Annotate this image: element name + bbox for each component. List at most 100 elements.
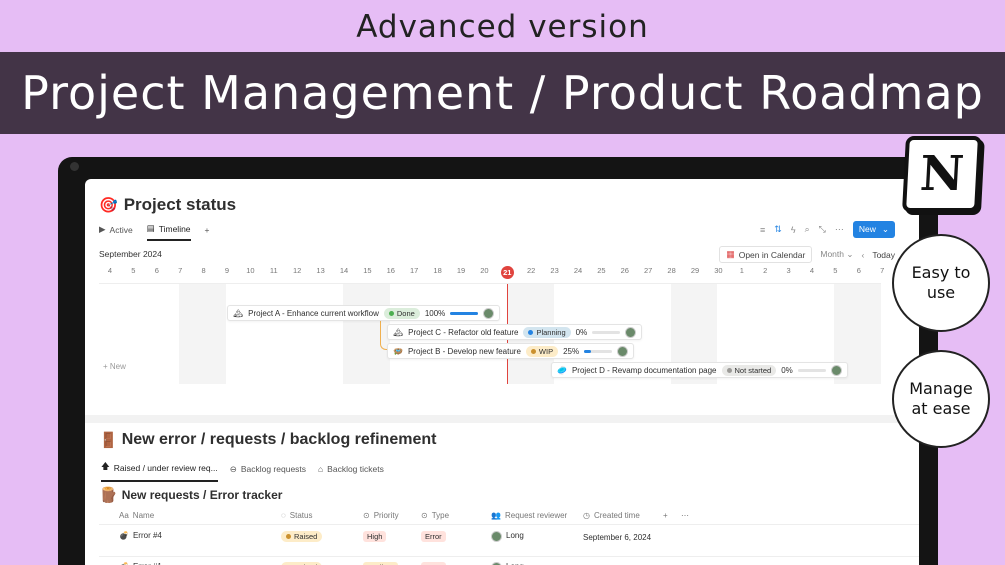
day-label: 12 bbox=[293, 266, 302, 275]
more-icon[interactable]: ⋯ bbox=[835, 224, 844, 235]
day-label: 17 bbox=[410, 266, 419, 275]
task-name: Project D - Revamp documentation page bbox=[571, 365, 717, 375]
day-label: 30 bbox=[714, 266, 723, 275]
day-label: 18 bbox=[433, 266, 442, 275]
headline: Advanced version bbox=[356, 9, 649, 45]
status-pill: Done bbox=[383, 307, 420, 319]
tab-raised[interactable]: 🡅 Raised / under review req... bbox=[101, 461, 218, 482]
col-label: Status bbox=[289, 511, 313, 520]
tab-active[interactable]: ▶ Active bbox=[99, 224, 133, 240]
month-label: September 2024 bbox=[99, 249, 162, 259]
table-row[interactable]: 💣 Error #4 Raised High Error Long September 6,… bbox=[99, 527, 919, 557]
day-header: 4 5 6 7 8 9 10 11 12 13 14 15 16 17 18 19 20 21 22 23 24 25 26… bbox=[99, 266, 919, 280]
table-row[interactable]: 💣Error #1RaisedMediumErrorLongSeptember … bbox=[99, 558, 919, 565]
toolbar: ≡ ⇅ ϟ ⌕ ⤡ ⋯ New ⌄ bbox=[760, 221, 895, 238]
add-column-button[interactable]: + bbox=[663, 511, 668, 520]
add-view-button[interactable]: + bbox=[205, 225, 210, 240]
day-label: 5 bbox=[833, 266, 838, 275]
row-type: Error bbox=[421, 531, 446, 542]
more-icon[interactable]: ⋯ bbox=[681, 511, 689, 520]
col-label: Name bbox=[132, 511, 155, 520]
timeline-task[interactable]: 🏔 Project A - Enhance current workflow Don… bbox=[227, 305, 501, 321]
col-priority[interactable]: ⊙ Priority bbox=[363, 511, 399, 520]
sort-icon[interactable]: ⇅ bbox=[774, 224, 782, 235]
backlog-tabs: 🡅 Raised / under review req... ⊖ Backlog r… bbox=[101, 461, 384, 482]
status-pill: WIP bbox=[525, 345, 559, 357]
tab-backlog-tickets[interactable]: ⌂ Backlog tickets bbox=[318, 464, 384, 479]
day-label: 21 bbox=[500, 266, 514, 279]
plus-icon: + bbox=[204, 224, 210, 235]
progress-label: 100% bbox=[424, 308, 446, 318]
day-label: 7 bbox=[880, 266, 885, 275]
day-label: 14 bbox=[339, 266, 349, 275]
progress-label: 0% bbox=[575, 327, 588, 337]
select-icon: ⊙ bbox=[363, 511, 370, 520]
search-icon[interactable]: ⌕ bbox=[805, 224, 810, 235]
col-status[interactable]: ◌ Status bbox=[281, 511, 312, 520]
filter-icon[interactable]: ≡ bbox=[760, 225, 765, 235]
row-name-text: Error #4 bbox=[132, 531, 162, 540]
task-name: Project C - Refactor old feature bbox=[408, 327, 519, 337]
day-label: 29 bbox=[690, 266, 700, 275]
table-header: Aa Name ◌ Status ⊙ Priority ⊙ Type 👥 Request … bbox=[99, 509, 919, 525]
calendar-icon: ▦ bbox=[726, 249, 735, 259]
banner-title: Project Management / Product Roadmap bbox=[0, 52, 1005, 134]
reviewer-name: Long bbox=[506, 531, 524, 540]
play-icon: ▶ bbox=[99, 224, 106, 234]
expand-icon[interactable]: ⤡ bbox=[819, 224, 826, 235]
automation-icon[interactable]: ϟ bbox=[791, 225, 796, 235]
day-label: 26 bbox=[620, 266, 629, 275]
status-label: Not started bbox=[734, 365, 772, 375]
day-label: 4 bbox=[107, 266, 113, 275]
open-in-calendar-button[interactable]: ▦ Open in Calendar bbox=[719, 246, 813, 263]
plus-icon: + bbox=[663, 511, 668, 520]
progress-bar bbox=[450, 311, 479, 315]
task-icon: 🏔 bbox=[233, 308, 244, 318]
view-mode-select[interactable]: Month ⌄ bbox=[820, 249, 853, 260]
add-new-row[interactable]: + New bbox=[103, 362, 126, 371]
backlog-title: 🚪 New error / requests / backlog refinem… bbox=[99, 431, 436, 449]
tab-backlog-requests[interactable]: ⊖ Backlog requests bbox=[230, 464, 306, 480]
status-label: Done bbox=[396, 308, 415, 318]
timeline-task[interactable]: 🪺 Project B - Develop new feature WIP 25% bbox=[387, 343, 635, 359]
avatar bbox=[491, 531, 502, 542]
status-pill: Planning bbox=[523, 326, 571, 338]
timeline-icon: ▤ bbox=[146, 223, 155, 233]
timeline-task[interactable]: 🏔 Project C - Refactor old feature Plannin… bbox=[387, 324, 643, 340]
select-icon: ⊙ bbox=[421, 511, 428, 520]
col-label: Type bbox=[431, 511, 450, 520]
col-label: Created time bbox=[593, 511, 640, 520]
status-pill: Not started bbox=[721, 364, 777, 376]
new-button[interactable]: New ⌄ bbox=[852, 221, 895, 238]
col-reviewer[interactable]: 👥 Request reviewer bbox=[491, 511, 567, 520]
prev-icon[interactable]: ‹ bbox=[861, 250, 864, 260]
today-button[interactable]: Today bbox=[872, 250, 895, 260]
open-calendar-label: Open in Calendar bbox=[738, 249, 806, 260]
timeline-task[interactable]: 🥏 Project D - Revamp documentation page No… bbox=[551, 362, 848, 378]
notion-logo: N bbox=[902, 136, 982, 212]
text-icon: Aa bbox=[119, 511, 129, 520]
minus-circle-icon: ⊖ bbox=[229, 463, 237, 474]
day-label: 6 bbox=[856, 266, 861, 275]
col-created[interactable]: ◷ Created time bbox=[583, 511, 640, 520]
row-reviewer: Long bbox=[491, 531, 524, 542]
door-icon: 🚪 bbox=[99, 432, 118, 449]
target-icon: 🎯 bbox=[99, 197, 118, 214]
row-priority: High bbox=[363, 531, 387, 542]
view-tabs: ▶ Active ▤ Timeline + bbox=[99, 223, 210, 241]
status-label: WIP bbox=[538, 346, 554, 356]
task-name: Project A - Enhance current workflow bbox=[248, 308, 379, 318]
day-label: 9 bbox=[224, 266, 230, 275]
tab-timeline[interactable]: ▤ Timeline bbox=[146, 223, 191, 241]
feature-bubble: Easy to use bbox=[892, 234, 990, 332]
col-name[interactable]: Aa Name bbox=[119, 511, 154, 520]
bomb-icon: 💣 bbox=[119, 531, 129, 540]
col-type[interactable]: ⊙ Type bbox=[421, 511, 449, 520]
day-label: 22 bbox=[527, 266, 536, 275]
tab-label: Backlog requests bbox=[240, 464, 307, 474]
day-label: 8 bbox=[201, 266, 206, 275]
project-status-title: 🎯 Project status bbox=[99, 195, 236, 215]
arrow-up-icon: 🡅 bbox=[101, 461, 110, 471]
day-label: 23 bbox=[550, 266, 559, 275]
day-label: 10 bbox=[246, 266, 255, 275]
